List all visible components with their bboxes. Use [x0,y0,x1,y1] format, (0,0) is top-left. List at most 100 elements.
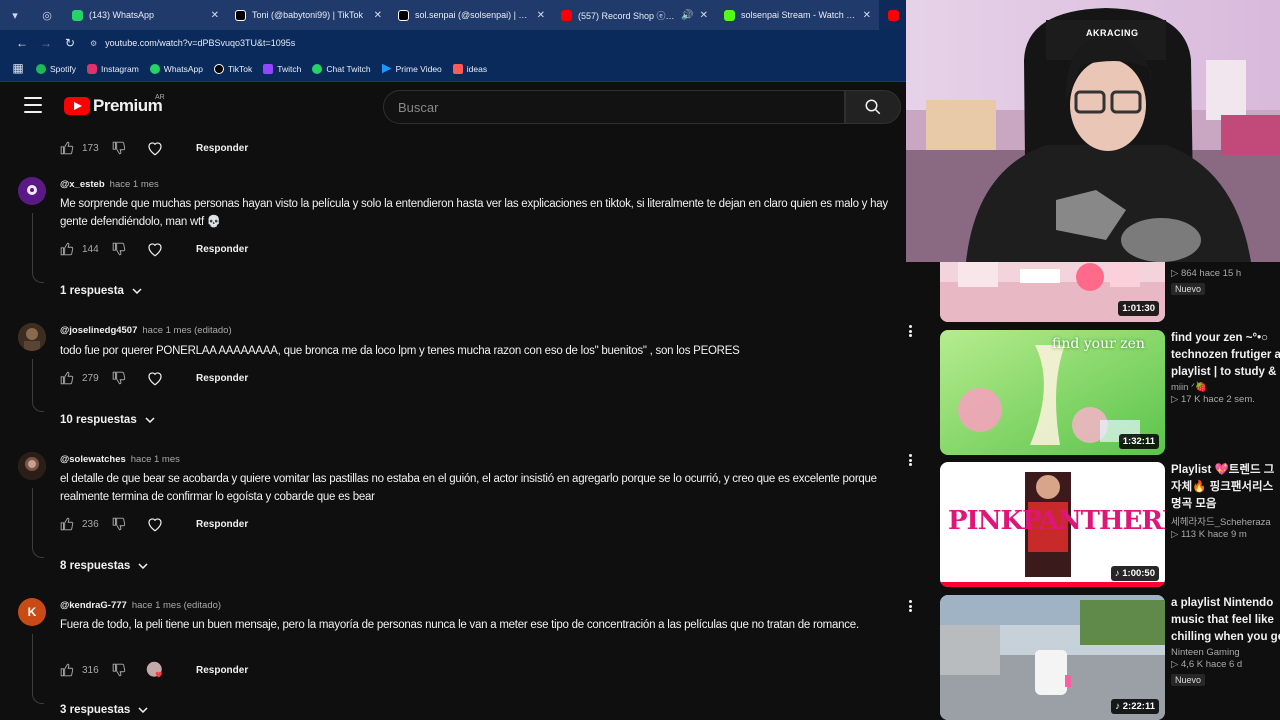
bookmark-instagram[interactable]: Instagram [87,63,139,74]
video-title-line2: music that feel like [1171,614,1274,626]
reply-button[interactable]: Responder [196,373,248,384]
tab-youtube-record-shop[interactable]: (557) Record Shop ⓔ | Ch 🔊 ✕ [553,0,716,30]
video-thumbnail[interactable]: ♪ 2:22:11 [940,595,1165,720]
recommended-video[interactable]: ♪ 2:22:11 a playlist Nintendo music that… [940,595,1280,720]
comment-author[interactable]: @x_esteb [60,179,105,190]
avatar[interactable] [18,323,46,351]
avatar[interactable] [18,177,46,205]
reply-button[interactable]: Responder [196,519,248,530]
replies-count: 3 respuestas [60,704,131,716]
search-input[interactable]: Buscar [383,90,845,124]
comment-author[interactable]: @solewatches [60,454,126,465]
video-title-line3: 명곡 모음 [1171,498,1217,510]
thumbs-down-icon[interactable] [112,371,126,385]
bookmark-tiktok[interactable]: TikTok [214,63,253,74]
chat-icon [312,63,323,74]
heart-icon[interactable] [146,515,164,533]
channel-name[interactable]: miin ᐟ🍓 [1171,382,1280,393]
close-icon[interactable]: ✕ [211,10,219,21]
thumbs-down-icon[interactable] [112,141,126,155]
search-button[interactable] [845,90,901,124]
tab-kick-stream[interactable]: solsenpai Stream - Watch Live ✕ [716,0,879,30]
comment-time[interactable]: hace 1 mes (editado) [132,600,221,611]
comment-author[interactable]: @joselinedg4507 [60,325,137,336]
logo-text: Premium [93,96,163,115]
reply-button[interactable]: Responder [196,143,248,154]
reload-icon[interactable]: ↻ [58,36,82,50]
avatar[interactable] [18,452,46,480]
replies-toggle[interactable]: 10 respuestas [60,414,155,426]
apps-grid-icon[interactable]: ▦ [10,61,26,77]
address-bar[interactable]: ⚙ youtube.com/watch?v=dPBSvuqo3TU&t=1095… [90,38,295,48]
youtube-play-icon [64,97,90,115]
close-icon[interactable]: ✕ [700,10,708,21]
back-icon[interactable]: ← [10,36,34,50]
channel-name[interactable]: 세헤라자드_Scheheraza [1171,514,1280,528]
video-thumbnail[interactable]: find your zen 1:32:11 [940,330,1165,455]
close-icon[interactable]: ✕ [863,10,871,21]
bookmark-spotify[interactable]: Spotify [36,63,76,74]
menu-icon[interactable] [24,97,42,113]
site-info-icon[interactable]: ⚙ [90,39,97,48]
tab-tiktok-toni[interactable]: Toni (@babytoni99) | TikTok ✕ [227,0,390,30]
thumbs-up-icon[interactable] [60,141,74,155]
more-actions-icon[interactable] [904,598,916,614]
tab-title: (557) Record Shop ⓔ | Ch [578,10,676,21]
comment-text: Me sorprende que muchas personas hayan v… [60,198,888,228]
comment-time[interactable]: hace 1 mes [131,454,180,465]
bookmark-label: Spotify [50,63,76,74]
forward-icon[interactable]: → [34,36,58,50]
channel-name[interactable]: Ninteen Gaming [1171,647,1280,658]
thumbs-up-icon[interactable] [60,371,74,385]
tab-whatsapp[interactable]: (143) WhatsApp ✕ [64,0,227,30]
heart-icon[interactable] [146,240,164,258]
comment-time[interactable]: hace 1 mes (editado) [142,325,231,336]
youtube-premium-logo[interactable]: Premium AR [64,94,165,116]
heart-icon[interactable] [146,369,164,387]
comment-meta: @joselinedg4507 hace 1 mes (editado) [60,325,232,336]
mute-icon[interactable]: 🔊 [681,10,693,21]
video-title: Playlist 💖트렌드 그 [1171,464,1275,476]
tab-youtube-active[interactable] [879,0,909,30]
replies-count: 10 respuestas [60,414,137,426]
comment-time[interactable]: hace 1 mes [110,179,159,190]
thumbs-up-icon[interactable] [60,242,74,256]
tab-search-icon[interactable]: ▾ [0,0,30,30]
video-duration: 1:32:11 [1118,434,1159,449]
video-info: a playlist Nintendo music that feel like… [1171,595,1280,688]
replies-toggle[interactable]: 1 respuesta [60,285,142,297]
comment-actions: 316 Responder [60,660,248,680]
reply-button[interactable]: Responder [196,244,248,255]
recommended-video[interactable]: PINKPANTHERESS ♪ 1:00:50 Playlist 💖트렌드 그… [940,462,1280,587]
replies-count: 8 respuestas [60,560,131,572]
thumbs-up-icon[interactable] [60,517,74,531]
thumbs-up-icon[interactable] [60,663,74,677]
close-icon[interactable]: ✕ [537,10,545,21]
bookmark-ideas[interactable]: ideas [452,63,487,74]
avatar[interactable]: K [18,598,46,626]
video-thumbnail[interactable]: PINKPANTHERESS ♪ 1:00:50 [940,462,1165,587]
recommended-video[interactable]: find your zen 1:32:11 find your zen ~°•○… [940,330,1280,455]
comment-author[interactable]: @kendraG-777 [60,600,127,611]
reply-button[interactable]: Responder [196,665,248,676]
more-actions-icon[interactable] [904,323,916,339]
tab-placeholder-icon[interactable]: ◎ [30,0,64,30]
new-badge: Nuevo [1171,283,1206,295]
tab-tiktok-solsenpai[interactable]: sol.senpai (@solsenpai) | TikTok ✕ [390,0,553,30]
replies-toggle[interactable]: 3 respuestas [60,704,148,716]
replies-toggle[interactable]: 8 respuestas [60,560,148,572]
close-icon[interactable]: ✕ [374,10,382,21]
bookmark-whatsapp[interactable]: WhatsApp [149,63,203,74]
search-icon [865,99,881,115]
heart-icon[interactable] [146,139,164,157]
more-actions-icon[interactable] [904,452,916,468]
thumbs-down-icon[interactable] [112,242,126,256]
video-title-line2: technozen frutiger a [1171,349,1280,361]
bookmark-prime-video[interactable]: Prime Video [381,63,442,74]
bookmark-chat-twitch[interactable]: Chat Twitch [312,63,371,74]
bookmark-twitch[interactable]: Twitch [263,63,301,74]
thumbs-down-icon[interactable] [112,517,126,531]
chevron-down-icon [145,417,155,423]
bookmark-label: TikTok [228,63,253,74]
thumbs-down-icon[interactable] [112,663,126,677]
